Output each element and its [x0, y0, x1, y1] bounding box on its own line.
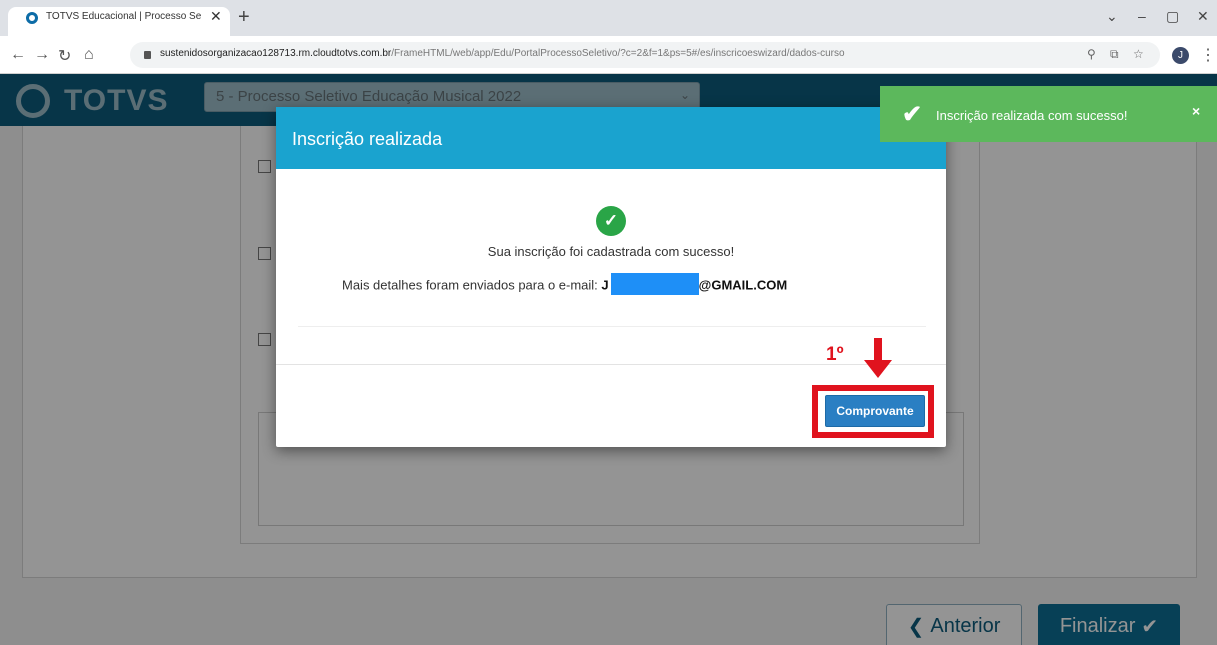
toast-message: Inscrição realizada com sucesso! — [936, 108, 1128, 123]
totvs-favicon-icon — [26, 12, 38, 24]
step-label: 1º — [826, 344, 844, 365]
tab-search-icon[interactable]: ⌄ — [1106, 8, 1118, 25]
restore-icon[interactable]: ▢ — [1166, 8, 1179, 25]
browser-tabbar: TOTVS Educacional | Processo Se ✕ + ⌄ – … — [0, 0, 1217, 36]
toast-check-icon: ✔ — [902, 101, 923, 128]
menu-icon[interactable]: ⋮ — [1200, 45, 1216, 65]
url-text[interactable]: sustenidosorganizacao128713.rm.cloudtotv… — [160, 48, 1040, 59]
email-start: J — [601, 277, 609, 293]
forward-icon[interactable]: → — [34, 46, 50, 64]
share-icon[interactable]: ⧉ — [1110, 47, 1119, 62]
success-check-icon: ✓ — [596, 206, 626, 236]
modal-title: Inscrição realizada — [292, 129, 443, 149]
email-domain: @GMAIL.COM — [698, 277, 788, 293]
email-prefix: Mais detalhes foram enviados para o e-ma… — [342, 277, 598, 293]
zoom-icon[interactable]: ⚲ — [1087, 47, 1096, 61]
screen: TOTVS Educacional | Processo Se ✕ + ⌄ – … — [0, 0, 1217, 645]
minimize-icon[interactable]: – — [1138, 8, 1146, 24]
success-toast: ✔ Inscrição realizada com sucesso! × — [880, 86, 1217, 142]
modal-divider — [298, 326, 926, 327]
modal-footer-divider — [276, 364, 946, 365]
tab-title[interactable]: TOTVS Educacional | Processo Se — [46, 11, 206, 22]
profile-avatar[interactable]: J — [1172, 47, 1189, 64]
browser-toolbar: ← → ↻ ⌂ sustenidosorganizacao128713.rm.c… — [0, 36, 1217, 74]
arrow-down-icon — [874, 338, 882, 362]
arrow-head-icon — [864, 360, 892, 378]
reload-icon[interactable]: ↻ — [58, 46, 71, 66]
star-icon[interactable]: ☆ — [1133, 47, 1144, 61]
new-tab-button[interactable]: + — [238, 6, 250, 29]
receipt-highlight-box — [812, 385, 934, 438]
email-info: Mais detalhes foram enviados para o e-ma… — [342, 273, 788, 295]
success-message: Sua inscrição foi cadastrada com sucesso… — [487, 244, 735, 259]
home-icon[interactable]: ⌂ — [84, 46, 94, 64]
lock-icon[interactable] — [144, 51, 151, 59]
back-icon[interactable]: ← — [10, 46, 26, 64]
toast-close-icon[interactable]: × — [1192, 103, 1200, 119]
email-redaction — [610, 273, 699, 295]
modal-header: Inscrição realizada — [276, 107, 946, 169]
close-window-icon[interactable]: ✕ — [1197, 8, 1209, 25]
tab-close-icon[interactable]: ✕ — [210, 8, 222, 25]
